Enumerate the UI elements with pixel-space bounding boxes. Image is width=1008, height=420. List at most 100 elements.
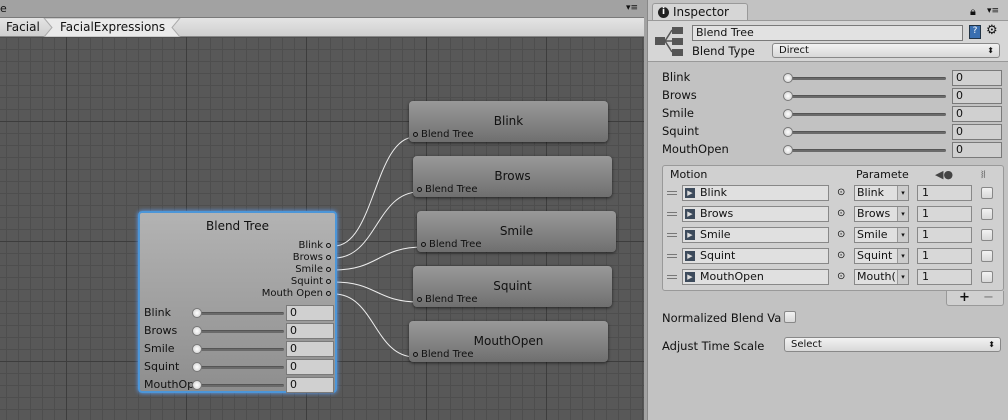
param-value-field[interactable]: 0 bbox=[952, 124, 1002, 140]
output-port[interactable]: Blink bbox=[298, 240, 331, 251]
motion-node-mouthopen[interactable]: MouthOpen Blend Tree bbox=[409, 321, 608, 362]
info-icon: i bbox=[658, 7, 669, 18]
animation-clip-icon: ▶ bbox=[685, 188, 695, 198]
param-slider[interactable] bbox=[196, 330, 284, 333]
parameter-value: Brows bbox=[857, 207, 891, 220]
param-slider[interactable] bbox=[788, 77, 946, 80]
slider-handle[interactable] bbox=[192, 362, 202, 372]
blend-type-dropdown[interactable]: Direct ⬍ bbox=[772, 43, 1000, 58]
motion-field[interactable]: ▶ Smile bbox=[682, 227, 829, 243]
dropdown-arrow-icon: ▾ bbox=[897, 249, 908, 263]
output-port[interactable]: Mouth Open bbox=[262, 288, 331, 299]
param-slider[interactable] bbox=[196, 348, 284, 351]
slider-handle[interactable] bbox=[783, 91, 793, 101]
param-slider[interactable] bbox=[196, 384, 284, 387]
time-scale-field[interactable]: 1 bbox=[917, 185, 972, 201]
parameter-dropdown[interactable]: Blink ▾ bbox=[854, 185, 909, 201]
parameter-dropdown[interactable]: Mouth(▾ bbox=[854, 269, 909, 285]
param-value-field[interactable]: 0 bbox=[286, 359, 334, 375]
time-scale-field[interactable]: 1 bbox=[917, 227, 972, 243]
remove-motion-button[interactable]: − bbox=[983, 290, 994, 305]
drag-handle-icon[interactable] bbox=[667, 275, 677, 279]
param-value-field[interactable]: 0 bbox=[286, 323, 334, 339]
time-scale-field[interactable]: 1 bbox=[917, 269, 972, 285]
param-value-field[interactable]: 0 bbox=[286, 305, 334, 321]
object-picker-icon[interactable]: ⊙ bbox=[837, 271, 845, 282]
object-picker-icon[interactable]: ⊙ bbox=[837, 229, 845, 240]
time-scale-field[interactable]: 1 bbox=[917, 248, 972, 264]
help-book-icon[interactable]: ? bbox=[969, 25, 981, 39]
animation-clip-icon: ▶ bbox=[685, 251, 695, 261]
object-picker-icon[interactable]: ⊙ bbox=[837, 187, 845, 198]
param-value-field[interactable]: 0 bbox=[286, 341, 334, 357]
normalized-blend-checkbox[interactable] bbox=[784, 311, 796, 323]
param-slider[interactable] bbox=[788, 95, 946, 98]
drag-handle-icon[interactable] bbox=[667, 254, 677, 258]
node-param-row: Squint 0 bbox=[144, 358, 334, 376]
input-port[interactable]: Blend Tree bbox=[417, 184, 478, 195]
add-motion-button[interactable]: + bbox=[959, 290, 970, 305]
param-slider[interactable] bbox=[788, 113, 946, 116]
drag-handle-icon[interactable] bbox=[667, 233, 677, 237]
output-port[interactable]: Smile bbox=[295, 264, 331, 275]
param-slider[interactable] bbox=[196, 366, 284, 369]
param-value-field[interactable]: 0 bbox=[952, 106, 1002, 122]
slider-handle[interactable] bbox=[783, 127, 793, 137]
param-slider[interactable] bbox=[788, 131, 946, 134]
param-value-field[interactable]: 0 bbox=[952, 142, 1002, 158]
time-scale-field[interactable]: 1 bbox=[917, 206, 972, 222]
output-port[interactable]: Brows bbox=[293, 252, 331, 263]
slider-handle[interactable] bbox=[783, 145, 793, 155]
connection-wire bbox=[333, 246, 424, 271]
mirror-checkbox[interactable] bbox=[981, 271, 993, 283]
motion-field[interactable]: ▶ Brows bbox=[682, 206, 829, 222]
parameter-dropdown[interactable]: Smile ▾ bbox=[854, 227, 909, 243]
drag-handle-icon[interactable] bbox=[667, 212, 677, 216]
param-slider[interactable] bbox=[788, 149, 946, 152]
input-port[interactable]: Blend Tree bbox=[417, 294, 478, 305]
mirror-checkbox[interactable] bbox=[981, 250, 993, 262]
motion-node-blink[interactable]: Blink Blend Tree bbox=[409, 101, 608, 142]
param-label: Squint bbox=[662, 124, 699, 138]
adjust-time-scale-dropdown[interactable]: Select ⬍ bbox=[784, 337, 1001, 352]
output-port[interactable]: Squint bbox=[291, 276, 331, 287]
slider-handle[interactable] bbox=[192, 308, 202, 318]
input-port[interactable]: Blend Tree bbox=[413, 349, 474, 360]
gear-icon[interactable]: ⚙ bbox=[986, 23, 998, 38]
mirror-checkbox[interactable] bbox=[981, 229, 993, 241]
motion-node-smile[interactable]: Smile Blend Tree bbox=[417, 211, 616, 252]
param-slider[interactable] bbox=[196, 312, 284, 315]
panel-menu-icon[interactable]: ▾≡ bbox=[987, 6, 999, 16]
slider-handle[interactable] bbox=[192, 344, 202, 354]
param-label: Brows bbox=[662, 88, 697, 102]
object-picker-icon[interactable]: ⊙ bbox=[837, 250, 845, 261]
slider-handle[interactable] bbox=[192, 380, 202, 390]
lock-icon[interactable]: 🔒︎ bbox=[970, 5, 976, 19]
tab-inspector[interactable]: i Inspector bbox=[652, 3, 748, 21]
param-value-field[interactable]: 0 bbox=[286, 377, 334, 393]
time-scale-icon: ◀● bbox=[935, 168, 954, 181]
blend-tree-node[interactable]: Blend Tree Blink Brows Smile Squint Mouth Op… bbox=[138, 211, 337, 393]
input-port[interactable]: Blend Tree bbox=[413, 129, 474, 140]
input-label: Blend Tree bbox=[425, 294, 478, 305]
parameter-dropdown[interactable]: Brows ▾ bbox=[854, 206, 909, 222]
parameter-dropdown[interactable]: Squint ▾ bbox=[854, 248, 909, 264]
slider-handle[interactable] bbox=[192, 326, 202, 336]
motion-node-brows[interactable]: Brows Blend Tree bbox=[413, 156, 612, 197]
motion-field[interactable]: ▶ MouthOpen bbox=[682, 269, 829, 285]
input-port[interactable]: Blend Tree bbox=[421, 239, 482, 250]
param-value-field[interactable]: 0 bbox=[952, 70, 1002, 86]
motion-field[interactable]: ▶ Blink bbox=[682, 185, 829, 201]
animator-graph-panel: e ▾≡ Facial FacialExpressions Blend Tree… bbox=[0, 0, 644, 420]
mirror-checkbox[interactable] bbox=[981, 187, 993, 199]
motion-field[interactable]: ▶ Squint bbox=[682, 248, 829, 264]
drag-handle-icon[interactable] bbox=[667, 191, 677, 195]
mirror-checkbox[interactable] bbox=[981, 208, 993, 220]
param-label: MouthOpen bbox=[662, 142, 729, 156]
motion-node-squint[interactable]: Squint Blend Tree bbox=[413, 266, 612, 307]
slider-handle[interactable] bbox=[783, 109, 793, 119]
param-value-field[interactable]: 0 bbox=[952, 88, 1002, 104]
object-picker-icon[interactable]: ⊙ bbox=[837, 208, 845, 219]
slider-handle[interactable] bbox=[783, 73, 793, 83]
name-field[interactable]: Blend Tree bbox=[692, 25, 963, 41]
